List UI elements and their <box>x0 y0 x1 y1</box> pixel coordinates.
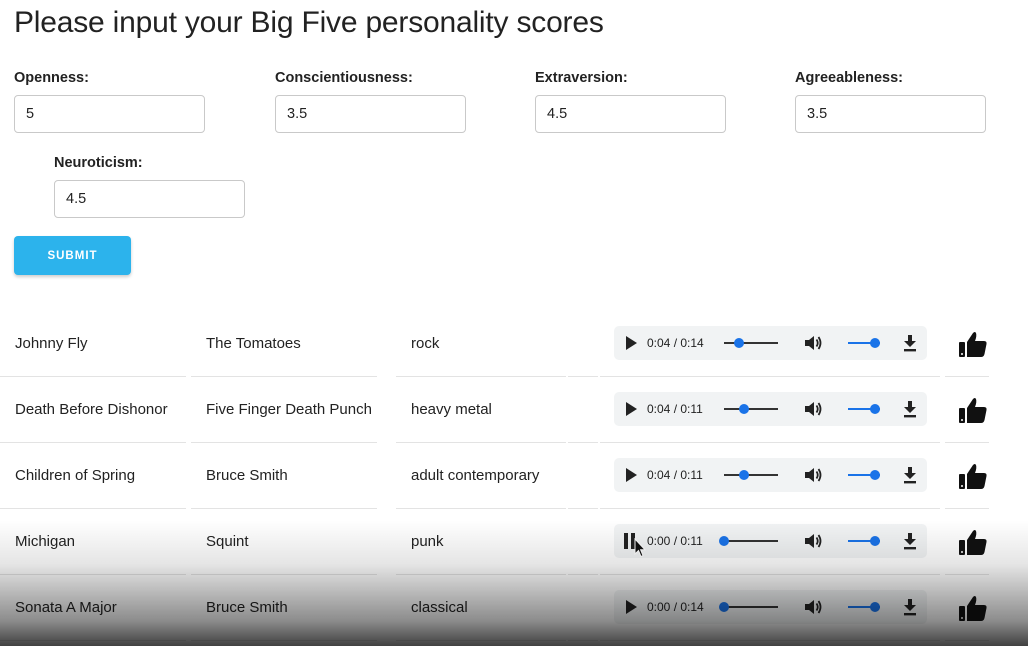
extraversion-group: Extraversion: <box>535 70 726 133</box>
thumbs-up-icon[interactable] <box>958 528 988 556</box>
song-row: Children of Spring Bruce Smith adult con… <box>0 443 1028 509</box>
song-artist: Five Finger Death Punch <box>206 401 372 418</box>
audio-player[interactable]: 0:04 / 0:11 <box>614 392 927 426</box>
song-row: Michigan Squint punk 0:00 / 0:11 <box>0 509 1028 575</box>
openness-label: Openness: <box>14 70 89 86</box>
neuroticism-input[interactable] <box>54 180 245 218</box>
song-title: Johnny Fly <box>15 335 88 352</box>
download-icon[interactable] <box>902 465 918 485</box>
song-title: Death Before Dishonor <box>15 401 168 418</box>
song-row: Johnny Fly The Tomatoes rock 0:04 / 0:14 <box>0 311 1028 377</box>
audio-time: 0:04 / 0:11 <box>647 402 703 416</box>
song-row: Death Before Dishonor Five Finger Death … <box>0 377 1028 443</box>
neuroticism-label: Neuroticism: <box>54 155 143 171</box>
volume-icon[interactable] <box>803 400 823 418</box>
audio-time: 0:04 / 0:11 <box>647 468 703 482</box>
thumbs-up-icon[interactable] <box>958 330 988 358</box>
extraversion-label: Extraversion: <box>535 70 628 86</box>
song-genre: punk <box>411 533 444 550</box>
thumbs-up-icon[interactable] <box>958 462 988 490</box>
seek-slider[interactable] <box>719 602 778 612</box>
seek-thumb[interactable] <box>738 404 749 414</box>
song-list: Johnny Fly The Tomatoes rock 0:04 / 0:14 <box>0 311 1028 641</box>
audio-player[interactable]: 0:04 / 0:14 <box>614 326 927 360</box>
volume-thumb[interactable] <box>870 338 880 348</box>
play-icon[interactable] <box>626 336 637 350</box>
song-genre: classical <box>411 599 468 616</box>
song-title: Sonata A Major <box>15 599 117 616</box>
seek-slider[interactable] <box>719 536 778 546</box>
song-genre: heavy metal <box>411 401 492 418</box>
song-genre: rock <box>411 335 440 352</box>
song-artist: Squint <box>206 533 249 550</box>
neuroticism-group: Neuroticism: <box>54 155 245 218</box>
audio-player[interactable]: 0:00 / 0:14 <box>614 590 927 624</box>
volume-thumb[interactable] <box>870 470 880 480</box>
seek-thumb[interactable] <box>719 536 729 546</box>
song-artist: The Tomatoes <box>206 335 301 352</box>
conscientiousness-input[interactable] <box>275 95 466 133</box>
download-icon[interactable] <box>902 333 918 353</box>
play-icon[interactable] <box>626 402 637 416</box>
openness-input[interactable] <box>14 95 205 133</box>
agreeableness-input[interactable] <box>795 95 986 133</box>
mouse-pointer-icon <box>634 538 646 558</box>
download-icon[interactable] <box>902 531 918 551</box>
audio-time: 0:04 / 0:14 <box>647 336 704 350</box>
submit-button[interactable]: SUBMIT <box>14 236 131 275</box>
extraversion-input[interactable] <box>535 95 726 133</box>
play-icon[interactable] <box>626 468 637 482</box>
conscientiousness-label: Conscientiousness: <box>275 70 413 86</box>
song-artist: Bruce Smith <box>206 467 288 484</box>
volume-icon[interactable] <box>803 532 823 550</box>
download-icon[interactable] <box>902 597 918 617</box>
seek-slider[interactable] <box>724 338 778 348</box>
volume-thumb[interactable] <box>870 536 880 546</box>
audio-time: 0:00 / 0:14 <box>647 600 704 614</box>
openness-group: Openness: <box>14 70 205 133</box>
thumbs-up-icon[interactable] <box>958 396 988 424</box>
audio-time: 0:00 / 0:11 <box>647 534 703 548</box>
volume-thumb[interactable] <box>870 602 880 612</box>
audio-player[interactable]: 0:04 / 0:11 <box>614 458 927 492</box>
song-title: Children of Spring <box>15 467 136 484</box>
seek-slider[interactable] <box>724 470 778 480</box>
audio-player[interactable]: 0:00 / 0:11 <box>614 524 927 558</box>
volume-icon[interactable] <box>803 598 823 616</box>
volume-icon[interactable] <box>803 334 823 352</box>
play-icon[interactable] <box>626 600 637 614</box>
seek-thumb[interactable] <box>734 338 745 348</box>
song-title: Michigan <box>15 533 76 550</box>
seek-thumb[interactable] <box>738 470 749 480</box>
song-row: Sonata A Major Bruce Smith classical 0:0… <box>0 575 1028 641</box>
song-artist: Bruce Smith <box>206 599 288 616</box>
seek-slider[interactable] <box>724 404 778 414</box>
agreeableness-label: Agreeableness: <box>795 70 903 86</box>
page-title: Please input your Big Five personality s… <box>14 6 604 39</box>
volume-thumb[interactable] <box>870 404 880 414</box>
thumbs-up-icon[interactable] <box>958 594 988 622</box>
song-genre: adult contemporary <box>411 467 540 484</box>
seek-thumb[interactable] <box>719 602 729 612</box>
download-icon[interactable] <box>902 399 918 419</box>
agreeableness-group: Agreeableness: <box>795 70 986 133</box>
volume-icon[interactable] <box>803 466 823 484</box>
conscientiousness-group: Conscientiousness: <box>275 70 466 133</box>
